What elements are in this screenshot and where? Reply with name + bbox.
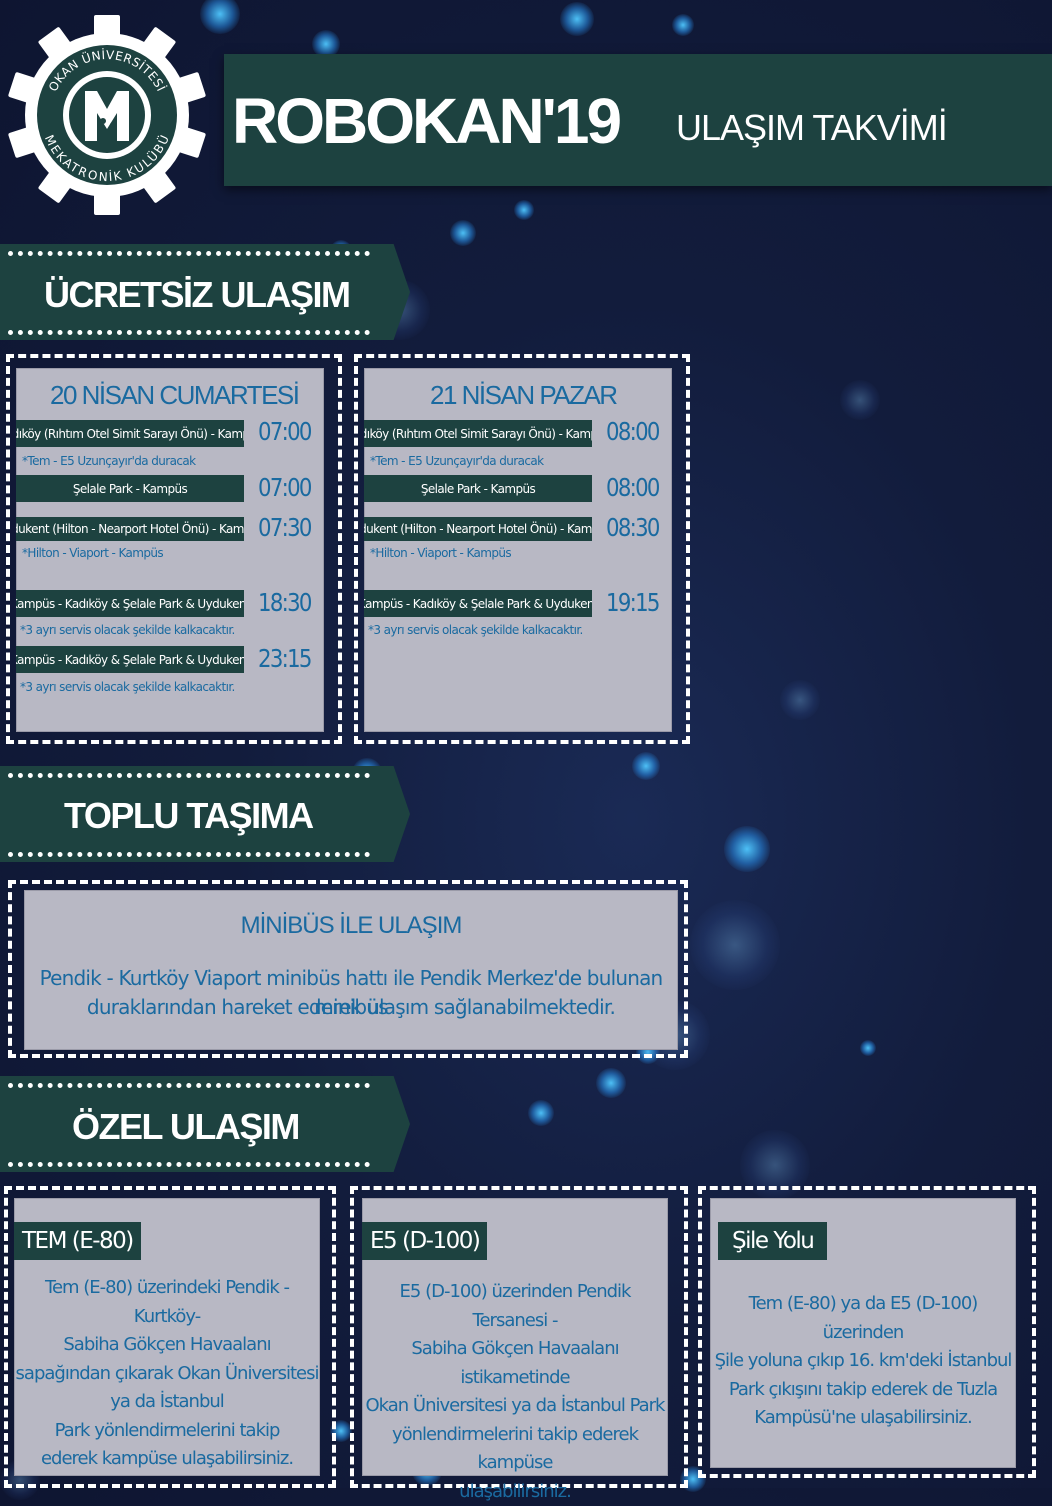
- club-logo: OKAN ÜNİVERSİTESİ MEKATRONİK KULÜBÜ: [6, 14, 208, 216]
- section-title-public: TOPLU TAŞIMA: [64, 795, 313, 837]
- text-line: Sabiha Gökçen Havaalanı: [14, 1331, 320, 1360]
- text-line: ederek kampüse ulaşabilirsiniz.: [14, 1445, 320, 1474]
- day2-route-2: Şelale Park - Kampüs: [364, 475, 592, 502]
- private-route-3-tag: Şile Yolu: [718, 1222, 827, 1260]
- day2-time-2: 08:00: [606, 473, 659, 502]
- day1-route-3: Uydukent (Hilton - Nearport Hotel Önü) -…: [16, 515, 244, 542]
- day1-route-3-label: Uydukent (Hilton - Nearport Hotel Önü) -…: [16, 517, 244, 541]
- private-route-2-text: E5 (D-100) üzerinden Pendik Tersanesi - …: [362, 1278, 668, 1506]
- day1-note-1: *Tem - E5 Uzunçayır'da duracak: [22, 454, 195, 468]
- day1-title: 20 NİSAN CUMARTESİ: [50, 380, 298, 411]
- day2-time-3: 08:30: [606, 513, 659, 542]
- text-line: Okan Üniversitesi ya da İstanbul Park: [362, 1392, 668, 1421]
- day1-note-4: *3 ayrı servis olacak şekilde kalkacaktı…: [20, 623, 235, 637]
- day2-time-4: 19:15: [606, 588, 659, 617]
- text-line: E5 (D-100) üzerinden Pendik Tersanesi -: [362, 1278, 668, 1335]
- text-line: Park yönlendirmelerini takip: [14, 1417, 320, 1446]
- day1-time-3: 07:30: [258, 513, 311, 542]
- ribbon-dots-bottom: [8, 330, 370, 335]
- day1-route-2: Şelale Park - Kampüs: [16, 475, 244, 502]
- minibus-title: MİNİBÜS İLE ULAŞIM: [24, 912, 678, 940]
- day1-note-5: *3 ayrı servis olacak şekilde kalkacaktı…: [20, 680, 235, 694]
- day1-panel: 20 NİSAN CUMARTESİ Kadıköy (Rıhtım Otel …: [16, 368, 324, 732]
- day2-note-4: *3 ayrı servis olacak şekilde kalkacaktı…: [368, 623, 583, 637]
- page-subtitle: ULAŞIM TAKVİMİ: [676, 107, 947, 149]
- section-title-free: ÜCRETSİZ ULAŞIM: [44, 274, 350, 316]
- day1-time-1: 07:00: [258, 417, 311, 446]
- ribbon-dots-top: [8, 251, 370, 256]
- text-line: Sabiha Gökçen Havaalanı istikametinde: [362, 1335, 668, 1392]
- day2-time-1: 08:00: [606, 417, 659, 446]
- day2-route-3: Uydukent (Hilton - Nearport Hotel Önü) -…: [364, 515, 592, 542]
- private-route-2-tag: E5 (D-100): [362, 1222, 487, 1260]
- ribbon-dots-bottom: [8, 1162, 370, 1167]
- text-line: Tem (E-80) ya da E5 (D-100) üzerinden: [710, 1290, 1016, 1347]
- private-route-1-text: Tem (E-80) üzerindeki Pendik - Kurtköy- …: [14, 1274, 320, 1474]
- ribbon-dots-top: [8, 773, 370, 778]
- day1-note-3: *Hilton - Viaport - Kampüs: [22, 546, 163, 560]
- minibus-panel: MİNİBÜS İLE ULAŞIM Pendik - Kurtköy Viap…: [24, 890, 678, 1050]
- day2-title: 21 NİSAN PAZAR: [430, 380, 617, 411]
- day2-route-3-label: Uydukent (Hilton - Nearport Hotel Önü) -…: [364, 517, 592, 541]
- day2-route-1: Kadıköy (Rıhtım Otel Simit Sarayı Önü) -…: [364, 420, 592, 447]
- day1-route-1: Kadıköy (Rıhtım Otel Simit Sarayı Önü) -…: [16, 420, 244, 447]
- day2-panel: 21 NİSAN PAZAR Kadıköy (Rıhtım Otel Simi…: [364, 368, 672, 732]
- day2-note-3: *Hilton - Viaport - Kampüs: [370, 546, 511, 560]
- private-route-3-panel: Şile Yolu Tem (E-80) ya da E5 (D-100) üz…: [710, 1198, 1016, 1468]
- ribbon-dots-bottom: [8, 852, 370, 857]
- private-route-1-tag: TEM (E-80): [14, 1222, 141, 1260]
- text-line: Kampüsü'ne ulaşabilirsiniz.: [710, 1404, 1016, 1433]
- day2-route-4: Kampüs - Kadıköy & Şelale Park & Uyduken…: [364, 590, 592, 617]
- text-line: Tem (E-80) üzerindeki Pendik - Kurtköy-: [14, 1274, 320, 1331]
- text-line: ulaşabilirsiniz.: [362, 1478, 668, 1506]
- private-route-1-panel: TEM (E-80) Tem (E-80) üzerindeki Pendik …: [14, 1198, 320, 1476]
- text-line: yönlendirmelerini takip ederek kampüse: [362, 1421, 668, 1478]
- text-line: Şile yoluna çıkıp 16. km'deki İstanbul: [710, 1347, 1016, 1376]
- day1-route-5: Kampüs - Kadıköy & Şelale Park & Uyduken…: [16, 646, 244, 673]
- day1-route-4: Kampüs - Kadıköy & Şelale Park & Uyduken…: [16, 590, 244, 617]
- minibus-text-line-2: duraklarından hareket ederek ulaşım sağl…: [24, 993, 678, 1022]
- section-title-private: ÖZEL ULAŞIM: [72, 1106, 299, 1148]
- day1-time-2: 07:00: [258, 473, 311, 502]
- text-line: Park çıkışını takip ederek de Tuzla: [710, 1376, 1016, 1405]
- gear-logo-icon: OKAN ÜNİVERSİTESİ MEKATRONİK KULÜBÜ: [6, 14, 208, 216]
- text-line: sapağından çıkarak Okan Üniversitesi: [14, 1360, 320, 1389]
- ribbon-dots-top: [8, 1083, 370, 1088]
- day2-note-1: *Tem - E5 Uzunçayır'da duracak: [370, 454, 543, 468]
- private-route-2-panel: E5 (D-100) E5 (D-100) üzerinden Pendik T…: [362, 1198, 668, 1476]
- text-line: ya da İstanbul: [14, 1388, 320, 1417]
- private-route-3-text: Tem (E-80) ya da E5 (D-100) üzerinden Şi…: [710, 1290, 1016, 1433]
- page-title: ROBOKAN'19: [232, 84, 619, 158]
- day1-time-5: 23:15: [258, 644, 311, 673]
- day1-time-4: 18:30: [258, 588, 311, 617]
